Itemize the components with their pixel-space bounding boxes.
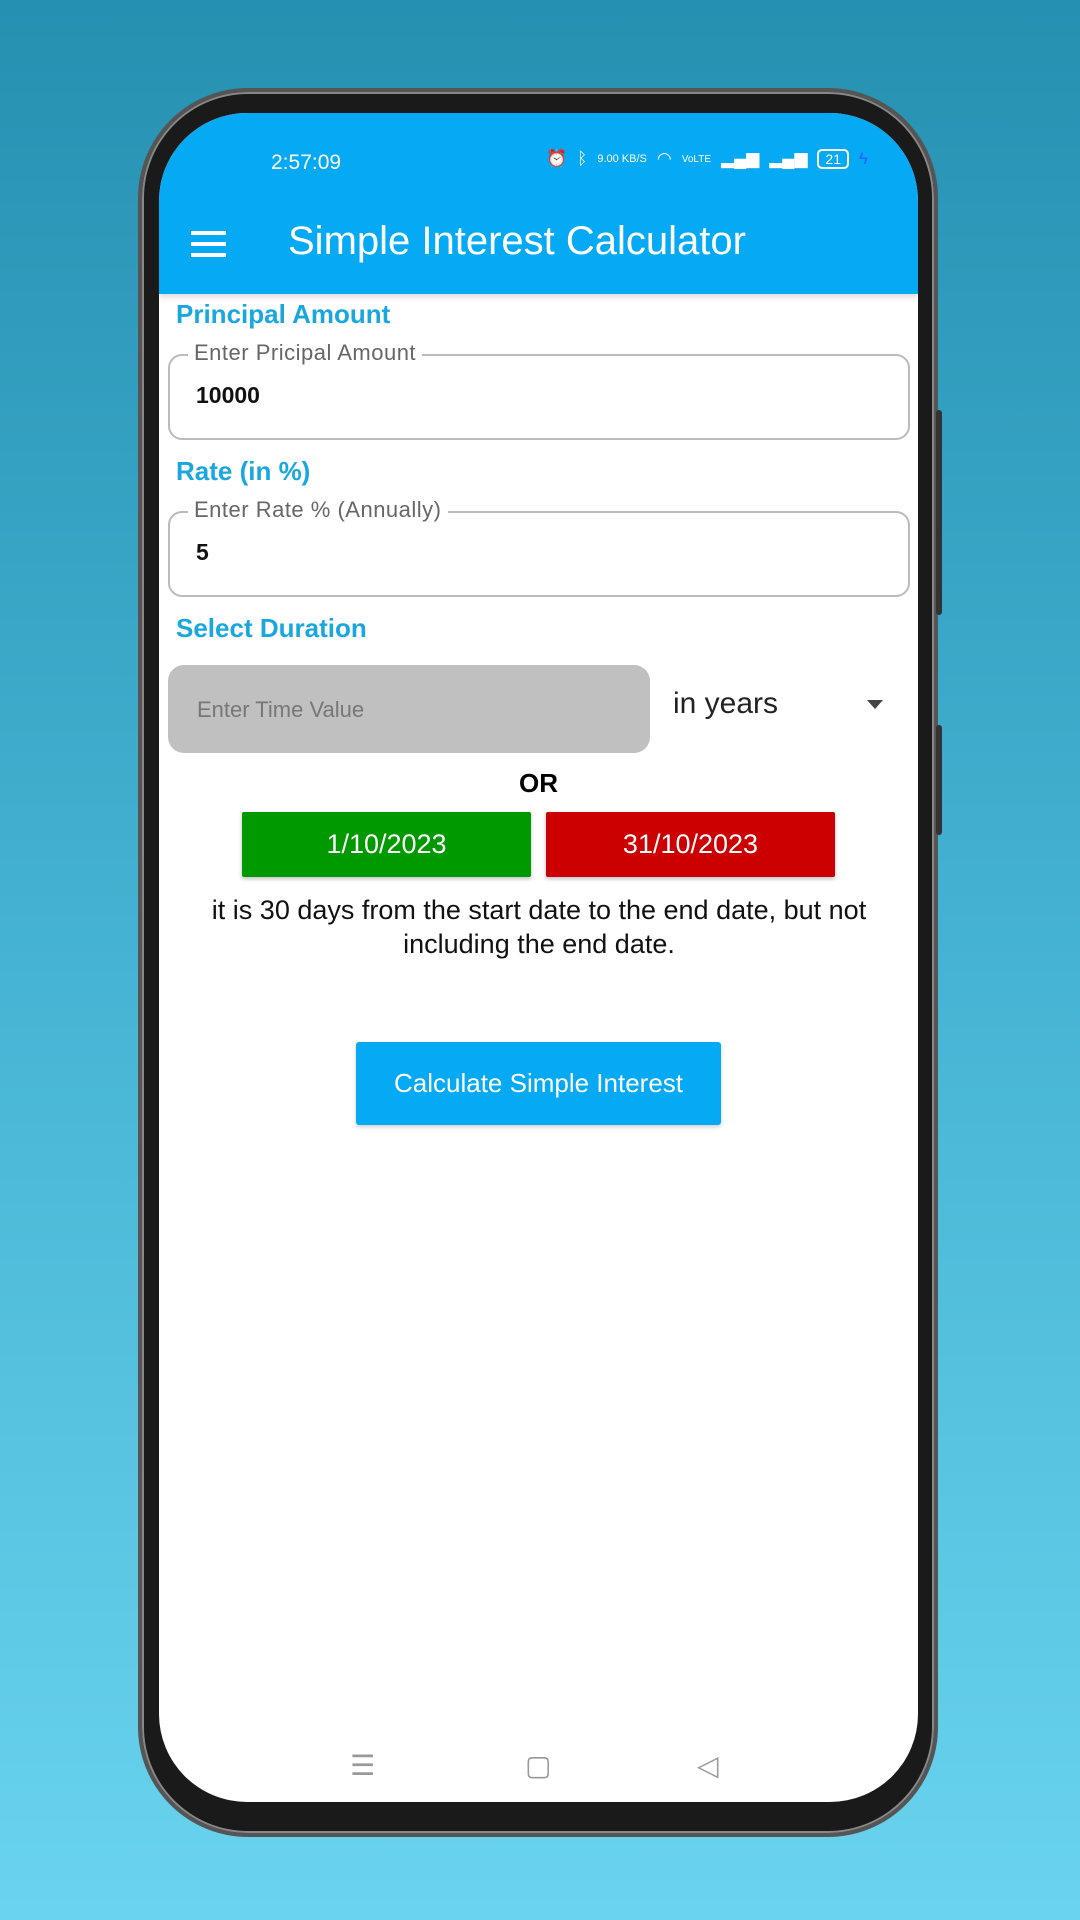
days-info-text: it is 30 days from the start date to the…	[211, 895, 867, 959]
principal-value: 10000	[196, 382, 260, 408]
principal-field-label: Enter Pricipal Amount	[188, 340, 423, 366]
calculate-button[interactable]: Calculate Simple Interest	[356, 1042, 721, 1125]
rate-label: Rate (in %)	[176, 456, 311, 486]
unit-dropdown[interactable]: in years	[673, 687, 778, 721]
volte-label: VoLTE	[681, 153, 712, 165]
wifi-icon: ◠	[656, 149, 672, 168]
dropdown-arrow-icon[interactable]	[867, 700, 883, 709]
page-title: Simple Interest Calculator	[288, 219, 746, 263]
signal-icon: ▂▄▆	[721, 149, 760, 168]
time-value-input[interactable]: Enter Time Value	[168, 665, 650, 753]
status-time: 2:57:09	[271, 151, 342, 174]
start-date-button[interactable]: 1/10/2023	[242, 812, 531, 877]
duration-label: Select Duration	[176, 613, 367, 643]
alarm-icon: ⏰	[545, 149, 568, 168]
back-icon[interactable]: ◁	[697, 1749, 719, 1782]
principal-label: Principal Amount	[176, 299, 391, 329]
rate-input[interactable]: Enter Rate % (Annually) 5	[168, 497, 910, 597]
volume-button	[936, 410, 942, 615]
home-icon[interactable]: ▢	[525, 1749, 551, 1782]
rate-field-label: Enter Rate % (Annually)	[188, 497, 448, 523]
hamburger-icon[interactable]	[191, 231, 226, 257]
principal-input[interactable]: Enter Pricipal Amount 10000	[168, 340, 910, 440]
recent-apps-icon[interactable]: ☰	[350, 1749, 375, 1782]
net-speed: 9.00 KB/S	[597, 152, 647, 165]
battery-icon: 21	[817, 149, 849, 169]
rate-value: 5	[196, 539, 209, 565]
signal-icon-2: ▂▄▆	[769, 149, 808, 168]
or-separator: OR	[519, 768, 558, 798]
bluetooth-icon: ᛒ	[577, 149, 588, 168]
power-button	[936, 725, 942, 835]
app-bar: 2:57:09 ⏰ ᛒ 9.00 KB/S ◠ VoLTE ▂▄▆ ▂▄▆ 21…	[159, 113, 918, 294]
status-icons: ⏰ ᛒ 9.00 KB/S ◠ VoLTE ▂▄▆ ▂▄▆ 21 ϟ	[546, 149, 868, 169]
screen: 2:57:09 ⏰ ᛒ 9.00 KB/S ◠ VoLTE ▂▄▆ ▂▄▆ 21…	[159, 113, 918, 1802]
end-date-button[interactable]: 31/10/2023	[546, 812, 835, 877]
charging-icon: ϟ	[859, 149, 868, 168]
